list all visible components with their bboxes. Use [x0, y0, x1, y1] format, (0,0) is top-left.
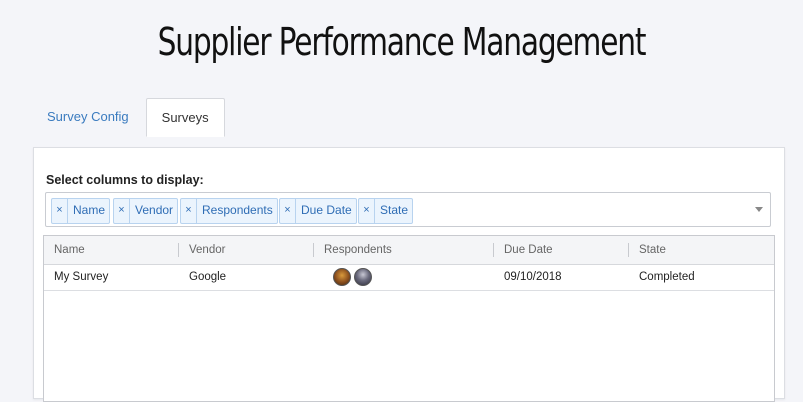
close-icon[interactable]: ×: [52, 199, 68, 223]
tab-surveys[interactable]: Surveys: [145, 98, 225, 137]
avatar[interactable]: [333, 268, 351, 286]
table-row[interactable]: My Survey Google 09/10/2018 Completed: [44, 265, 774, 291]
chip-respondents: × Respondents: [180, 198, 278, 224]
chip-label: Respondents: [202, 203, 273, 217]
cell-name: My Survey: [54, 271, 109, 283]
column-multiselect[interactable]: × Name × Vendor × Respondents × Due Date…: [45, 192, 771, 227]
cell-state: Completed: [639, 271, 695, 283]
close-icon[interactable]: ×: [280, 199, 296, 223]
column-divider: [313, 243, 314, 257]
column-header-respondents[interactable]: Respondents: [324, 236, 392, 264]
page-title: Supplier Performance Management: [157, 20, 647, 64]
chip-label: State: [380, 203, 409, 217]
chip-label: Name: [73, 203, 106, 217]
tab-survey-config[interactable]: Survey Config: [32, 98, 144, 135]
column-header-state[interactable]: State: [639, 236, 666, 264]
column-header-vendor[interactable]: Vendor: [189, 236, 225, 264]
chip-label: Due Date: [301, 203, 352, 217]
surveys-panel: Select columns to display: × Name × Vend…: [33, 147, 785, 402]
chip-vendor: × Vendor: [113, 198, 179, 224]
chip-name: × Name: [51, 198, 111, 224]
close-icon[interactable]: ×: [359, 199, 375, 223]
column-header-due-date[interactable]: Due Date: [504, 236, 553, 264]
column-divider: [493, 243, 494, 257]
avatar[interactable]: [354, 268, 372, 286]
cell-vendor: Google: [189, 271, 227, 283]
close-icon[interactable]: ×: [181, 199, 197, 223]
table-header: Name Vendor Respondents Due Date State: [44, 236, 774, 265]
tab-bar: Survey Config Surveys: [32, 98, 225, 137]
chip-label: Vendor: [135, 203, 174, 217]
chip-state: × State: [358, 198, 414, 224]
close-icon[interactable]: ×: [114, 199, 130, 223]
column-divider: [628, 243, 629, 257]
chip-due-date: × Due Date: [279, 198, 357, 224]
column-selector-label: Select columns to display:: [46, 173, 204, 187]
column-divider: [178, 243, 179, 257]
chevron-down-icon[interactable]: [755, 207, 763, 212]
surveys-table: Name Vendor Respondents Due Date State M…: [43, 235, 775, 402]
cell-due-date: 09/10/2018: [504, 271, 562, 283]
column-header-name[interactable]: Name: [54, 236, 85, 264]
